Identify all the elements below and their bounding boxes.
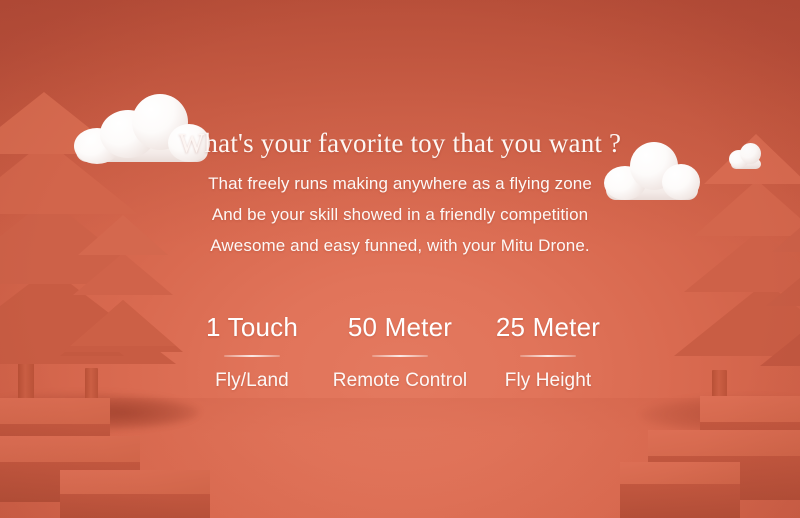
step-block-right [648, 430, 800, 500]
step-block-left-low [60, 470, 210, 518]
step-block-right-high [700, 396, 800, 462]
spec-list: 1 Touch Fly/Land 50 Meter Remote Control… [0, 312, 800, 392]
hero-copy: What's your favorite toy that you want ?… [0, 126, 800, 261]
hero-banner: What's your favorite toy that you want ?… [0, 0, 800, 518]
spec-label: Fly Height [504, 370, 592, 391]
spec-value: 25 Meter [495, 312, 601, 342]
step-block-left [0, 398, 110, 460]
hero-description-line-2: And be your skill showed in a friendly c… [211, 205, 589, 224]
spec-item-fly-land: 1 Touch Fly/Land [178, 312, 326, 392]
step-block-right-low [620, 462, 740, 518]
spec-value: 50 Meter [347, 312, 453, 342]
spec-divider [224, 355, 280, 357]
spec-item-remote-control: 50 Meter Remote Control [326, 312, 474, 392]
spec-value: 1 Touch [206, 312, 298, 342]
hero-description: That freely runs making anywhere as a fl… [0, 160, 800, 261]
step-block-left-mid [0, 436, 140, 502]
spec-item-fly-height: 25 Meter Fly Height [474, 312, 622, 392]
spec-label: Remote Control [332, 370, 468, 391]
spec-label: Fly/Land [215, 370, 289, 391]
hero-description-line-3: Awesome and easy funned, with your Mitu … [210, 236, 590, 255]
spec-divider [372, 355, 428, 357]
spec-divider [520, 355, 576, 357]
hero-description-line-1: That freely runs making anywhere as a fl… [208, 174, 592, 193]
page-title: What's your favorite toy that you want ? [178, 128, 622, 158]
